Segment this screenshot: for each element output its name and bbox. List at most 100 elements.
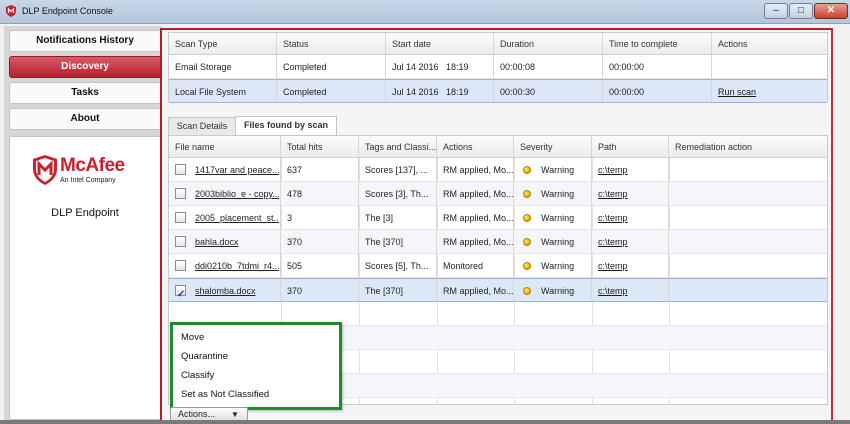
- column-header[interactable]: Severity: [514, 136, 592, 157]
- warning-dot-icon: [523, 262, 531, 270]
- table-row[interactable]: 2005_placement_st... 3 The [3] RM applied, …: [169, 206, 827, 230]
- column-header[interactable]: Tags and Classi...: [359, 136, 437, 157]
- table-row[interactable]: ddi0210b_7tdmi_r4... 505 Scores [5], Th...…: [169, 254, 827, 278]
- severity-cell: Warning: [514, 279, 592, 301]
- table-row[interactable]: shalomba.docx370The [370]RM applied, Mo.…: [169, 278, 827, 302]
- tags-cell: Scores [137], ...: [359, 158, 437, 181]
- column-header[interactable]: Total hits: [281, 136, 359, 157]
- severity-label: Warning: [541, 237, 575, 247]
- column-header[interactable]: Start date: [386, 33, 494, 54]
- file-name-link[interactable]: shalomba.docx: [195, 279, 279, 301]
- table-row[interactable]: 1417var and peace... 637 Scores [137], ...…: [169, 158, 827, 182]
- path-link[interactable]: c:\temp: [598, 237, 628, 247]
- minimize-button[interactable]: –: [764, 3, 788, 19]
- path-link[interactable]: c:\temp: [598, 165, 628, 175]
- severity-cell: Warning: [514, 230, 592, 253]
- column-header[interactable]: Remediation action: [669, 136, 827, 157]
- tags-cell: The [3]: [359, 206, 437, 229]
- tab-files-found-by-scan[interactable]: Files found by scan: [235, 116, 337, 136]
- path-cell: c:\temp: [592, 279, 669, 301]
- path-link[interactable]: c:\temp: [598, 189, 628, 199]
- run-scan-link[interactable]: Run scan: [718, 87, 756, 97]
- menu-item-quarantine[interactable]: Quarantine: [181, 348, 228, 366]
- severity-cell: Warning: [514, 158, 592, 181]
- warning-dot-icon: [523, 214, 531, 222]
- actions-cell: RM applied, Mo...: [437, 230, 514, 253]
- path-cell: c:\temp: [592, 206, 669, 229]
- column-header[interactable]: File name: [169, 136, 281, 157]
- title-bar: DLP Endpoint Console – □ ✕: [0, 0, 850, 24]
- row-checkbox[interactable]: [175, 283, 186, 301]
- taskbar-edge: [0, 420, 850, 424]
- file-name-cell: 2005_placement_st...: [169, 206, 281, 229]
- tags-cell: Scores [3], Th...: [359, 182, 437, 205]
- table-header: Scan Type Status Start date Duration Tim…: [169, 33, 827, 55]
- scan-type-cell: Local File System: [169, 80, 277, 102]
- row-checkbox[interactable]: [175, 260, 186, 271]
- column-header[interactable]: Actions: [712, 33, 829, 54]
- actions-dropdown-button[interactable]: Actions... ▼: [170, 407, 248, 421]
- file-name-link[interactable]: 2003biblio_e - copy...: [195, 182, 279, 205]
- warning-dot-icon: [523, 287, 531, 295]
- maximize-button[interactable]: □: [789, 3, 813, 19]
- scan-type-cell: Email Storage: [169, 55, 277, 78]
- window-title: DLP Endpoint Console: [22, 6, 113, 16]
- row-checkbox[interactable]: [175, 236, 186, 247]
- severity-label: Warning: [541, 189, 575, 199]
- path-link[interactable]: c:\temp: [598, 286, 628, 296]
- mcafee-app-icon: [6, 5, 16, 17]
- table-row[interactable]: 2003biblio_e - copy... 478 Scores [3], Th.…: [169, 182, 827, 206]
- window-body: Notifications History Discovery Tasks Ab…: [0, 24, 850, 424]
- file-name-link[interactable]: bahla.docx: [195, 230, 279, 253]
- table-row[interactable]: bahla.docx 370 The [370] RM applied, Mo... W…: [169, 230, 827, 254]
- total-hits-cell: 370: [281, 279, 359, 301]
- duration-cell: 00:00:08: [494, 55, 603, 78]
- sidebar-item-about[interactable]: About: [9, 108, 161, 130]
- time-to-complete-cell: 00:00:00: [603, 55, 712, 78]
- menu-item-move[interactable]: Move: [181, 329, 204, 347]
- column-header[interactable]: Actions: [437, 136, 514, 157]
- file-name-cell: 2003biblio_e - copy...: [169, 182, 281, 205]
- column-header[interactable]: Path: [592, 136, 669, 157]
- column-header[interactable]: Time to complete: [603, 33, 712, 54]
- severity-cell: Warning: [514, 206, 592, 229]
- remediation-cell: [669, 182, 827, 205]
- column-header[interactable]: Status: [277, 33, 386, 54]
- row-checkbox[interactable]: [175, 164, 186, 175]
- actions-cell: RM applied, Mo...: [437, 158, 514, 181]
- table-row[interactable]: Local File System Completed Jul 14 2016 …: [169, 79, 827, 103]
- sidebar-item-tasks[interactable]: Tasks: [9, 82, 161, 104]
- close-button[interactable]: ✕: [814, 3, 848, 19]
- tab-scan-details[interactable]: Scan Details: [168, 117, 236, 135]
- warning-dot-icon: [523, 238, 531, 246]
- path-cell: c:\temp: [592, 182, 669, 205]
- path-link[interactable]: c:\temp: [598, 213, 628, 223]
- menu-item-classify[interactable]: Classify: [181, 367, 214, 385]
- tags-cell: The [370]: [359, 230, 437, 253]
- actions-context-menu: Move Quarantine Classify Set as Not Clas…: [170, 322, 342, 410]
- table-row[interactable]: Email Storage Completed Jul 14 2016 18:1…: [169, 55, 827, 79]
- severity-label: Warning: [541, 165, 575, 175]
- column-header[interactable]: Duration: [494, 33, 603, 54]
- row-checkbox[interactable]: [175, 188, 186, 199]
- minimize-icon: –: [773, 5, 779, 16]
- menu-item-set-as-not-classified[interactable]: Set as Not Classified: [181, 386, 269, 404]
- file-name-cell: ddi0210b_7tdmi_r4...: [169, 254, 281, 277]
- tags-cell: Scores [5], Th...: [359, 254, 437, 277]
- total-hits-cell: 478: [281, 182, 359, 205]
- column-header[interactable]: Scan Type: [169, 33, 277, 54]
- start-date-cell: Jul 14 2016 18:19: [386, 80, 494, 102]
- mcafee-shield-icon: [33, 155, 57, 185]
- sidebar-item-notifications-history[interactable]: Notifications History: [9, 30, 161, 52]
- row-checkbox[interactable]: [175, 212, 186, 223]
- brand-panel: McAfee An Intel Company DLP Endpoint: [9, 136, 161, 420]
- file-name-link[interactable]: ddi0210b_7tdmi_r4...: [195, 254, 279, 277]
- path-cell: c:\temp: [592, 230, 669, 253]
- file-name-link[interactable]: 1417var and peace...: [195, 158, 279, 181]
- sidebar-item-discovery[interactable]: Discovery: [9, 56, 161, 78]
- path-link[interactable]: c:\temp: [598, 261, 628, 271]
- total-hits-cell: 505: [281, 254, 359, 277]
- warning-dot-icon: [523, 166, 531, 174]
- tags-cell: The [370]: [359, 279, 437, 301]
- file-name-link[interactable]: 2005_placement_st...: [195, 206, 279, 229]
